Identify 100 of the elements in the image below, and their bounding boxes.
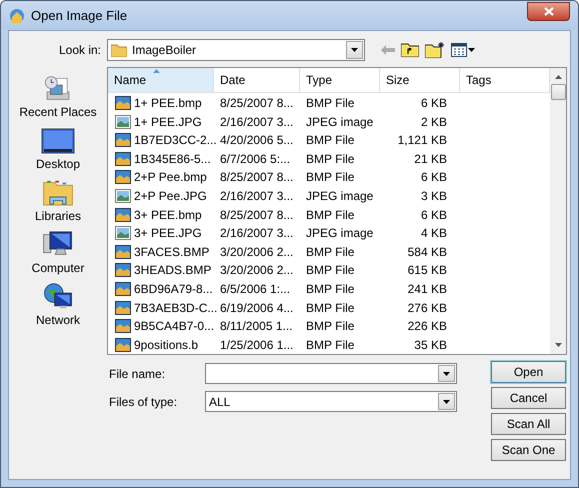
folder-icon (111, 43, 127, 57)
file-name-cell[interactable]: 3HEADS.BMP (108, 261, 214, 280)
place-item[interactable]: Desktop (11, 127, 105, 173)
image-file-icon (115, 338, 131, 352)
file-name: 9positions.b (134, 336, 198, 354)
place-item[interactable]: Network (11, 283, 105, 329)
size-cell-text: 226 KB (406, 318, 448, 336)
file-name-cell[interactable]: 1B345E86-5... (108, 150, 214, 168)
place-item[interactable]: Recent Places (11, 75, 105, 121)
file-name: 2+P Pee.bmp (134, 169, 207, 186)
photo-file-icon (115, 226, 131, 240)
type-cell-text: BMP File (305, 206, 356, 224)
file-name-cell[interactable]: 9B5CA4B7-0... (108, 317, 214, 336)
scroll-down-icon (554, 343, 562, 347)
size-cell-text: 6 KB (420, 94, 448, 112)
dropdown-arrow-icon (443, 400, 450, 404)
file-name-label: File name: (109, 366, 166, 382)
size-cell-text: 21 KB (413, 150, 448, 168)
view-grid-icon (451, 43, 467, 57)
globe-monitor-icon (41, 283, 75, 310)
type-cell-text: BMP File (305, 318, 356, 336)
dialog-button[interactable]: Open (491, 361, 566, 383)
type-cell-text: BMP File (305, 132, 356, 150)
file-name: 1+ PEE.bmp (134, 94, 202, 112)
file-name-cell[interactable]: 1B7ED3CC-2... (108, 131, 214, 150)
sort-arrow-icon (153, 69, 160, 73)
file-name-cell[interactable]: 3FACES.BMP (108, 242, 214, 261)
window-title: Open Image File (31, 6, 128, 25)
look-in-dropdown[interactable]: ImageBoiler (107, 39, 365, 61)
folder-up-icon[interactable] (401, 43, 419, 57)
dialog-button[interactable]: Scan All (491, 413, 566, 435)
dialog-button[interactable]: Cancel (491, 387, 566, 409)
date-cell-text: 2/16/2007 3... (219, 114, 294, 131)
file-name-cell[interactable]: 2+P Pee.bmp (108, 168, 214, 186)
type-cell-text: BMP File (305, 169, 356, 186)
size-cell-text: 241 KB (406, 280, 448, 298)
date-cell-text: 6/19/2006 4... (219, 300, 294, 317)
file-name-cell[interactable]: 3+ PEE.JPG (108, 224, 214, 242)
size-cell-text: 35 KB (413, 336, 448, 354)
type-cell-text: JPEG image (305, 114, 374, 131)
view-menu-button[interactable] (451, 43, 475, 57)
computer-icon (41, 231, 75, 258)
date-cell-text: 8/25/2007 8... (219, 206, 294, 224)
vertical-scrollbar[interactable] (550, 68, 566, 354)
file-type-label: Files of type: (109, 394, 178, 410)
date-cell-text: 4/20/2006 5... (219, 132, 294, 150)
type-cell-text: BMP File (305, 300, 356, 317)
place-item[interactable]: Libraries (11, 179, 105, 225)
type-cell-text: BMP File (305, 150, 356, 168)
look-in-value: ImageBoiler (132, 42, 198, 59)
dropdown-button[interactable] (438, 365, 455, 382)
file-name: 3FACES.BMP (134, 244, 210, 261)
dropdown-button[interactable] (438, 393, 455, 410)
date-cell-text: 8/25/2007 8... (219, 169, 294, 186)
type-cell-text: BMP File (305, 244, 356, 261)
date-cell-text: 2/16/2007 3... (219, 188, 294, 205)
close-button[interactable] (527, 2, 570, 21)
file-name: 1B7ED3CC-2... (134, 132, 217, 150)
date-cell-text: 1/25/2006 1... (219, 336, 294, 354)
file-name: 3HEADS.BMP (134, 262, 212, 280)
image-file-icon (115, 263, 131, 278)
new-folder-icon[interactable] (425, 42, 445, 58)
size-cell-text: 3 KB (420, 188, 448, 205)
look-in-label: Look in: (58, 42, 102, 59)
file-name-cell[interactable]: 2+P Pee.JPG (108, 186, 214, 205)
photo-file-icon (115, 188, 131, 203)
image-file-icon (115, 133, 131, 148)
file-name-cell[interactable]: 9positions.b (108, 336, 214, 354)
date-cell-text: 6/5/2006 1:... (219, 280, 292, 298)
file-name-cell[interactable]: 1+ PEE.bmp (108, 94, 214, 112)
image-file-icon (115, 319, 131, 334)
image-file-icon (115, 208, 131, 222)
date-cell-text: 2/16/2007 3... (219, 225, 294, 242)
type-cell-text: BMP File (305, 94, 356, 112)
size-cell-text: 6 KB (420, 169, 448, 186)
file-name-cell[interactable]: 3+ PEE.bmp (108, 206, 214, 224)
file-name: 6BD96A79-8... (134, 280, 213, 298)
column-header[interactable]: Name (108, 68, 214, 92)
image-file-icon (115, 244, 131, 259)
file-name: 2+P Pee.JPG (134, 188, 207, 205)
file-name-cell[interactable]: 6BD96A79-8... (108, 280, 214, 298)
scroll-thumb[interactable] (550, 84, 566, 100)
file-type-dropdown[interactable]: ALL (205, 391, 457, 412)
size-cell-text: 615 KB (406, 262, 448, 280)
date-cell-text: 8/25/2007 8... (219, 94, 294, 112)
image-file-icon (115, 170, 131, 184)
file-name: 1+ PEE.JPG (134, 114, 202, 131)
dialog-button[interactable]: Scan One (491, 439, 566, 461)
type-cell-text: BMP File (305, 336, 356, 354)
image-file-icon (115, 152, 131, 166)
photo-file-icon (115, 114, 131, 129)
size-cell-text: 2 KB (420, 114, 448, 131)
date-cell-text: 8/11/2005 1... (219, 318, 294, 336)
file-name-field[interactable] (205, 363, 457, 384)
file-name-cell[interactable]: 1+ PEE.JPG (108, 112, 214, 131)
size-cell-text: 584 KB (406, 244, 448, 261)
date-cell-text: 3/20/2006 2... (219, 262, 294, 280)
file-name: 9B5CA4B7-0... (134, 318, 214, 336)
place-item[interactable]: Computer (11, 231, 105, 277)
size-cell-text: 4 KB (420, 225, 448, 242)
